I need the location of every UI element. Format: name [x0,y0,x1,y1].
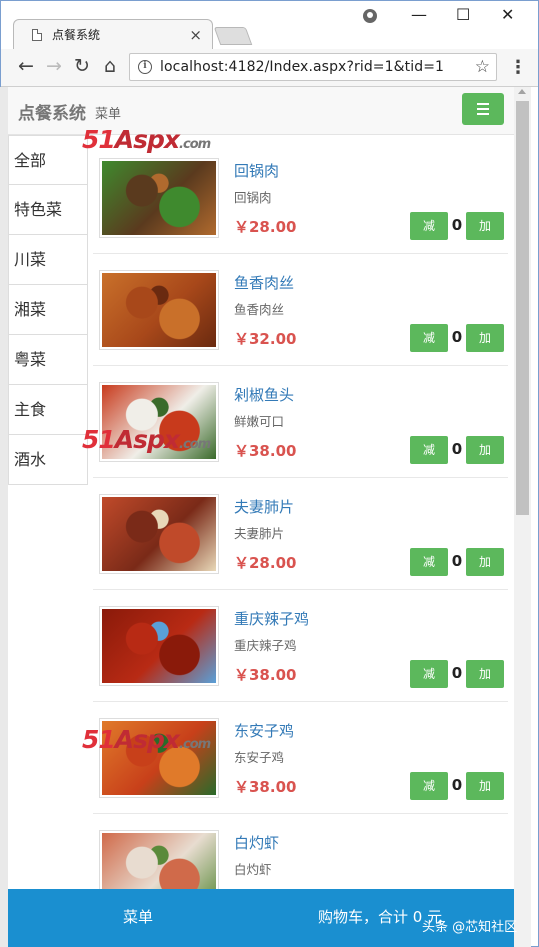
dish-row: 鱼香肉丝 鱼香肉丝 ￥32.00 减 0 加 [93,254,508,366]
food-image [102,497,216,571]
increase-button[interactable]: 加 [466,212,504,240]
quantity-value: 0 [451,216,463,234]
address-bar[interactable]: i localhost:4182/Index.aspx?rid=1&tid=1 … [129,53,497,81]
brand-title[interactable]: 点餐系统 [18,99,86,124]
quantity-value: 0 [451,664,463,682]
dish-photo[interactable] [99,494,219,574]
dish-price: ￥38.00 [234,442,297,460]
dish-description: 东安子鸡 [234,750,285,765]
category-sidebar: 全部 特色菜 川菜 湘菜 粤菜 主食 酒水 [8,135,88,485]
forward-icon[interactable]: → [41,55,67,77]
back-icon[interactable]: ← [13,55,39,77]
scroll-up-arrow-icon[interactable] [518,89,526,94]
dish-price: ￥38.00 [234,778,297,796]
page-subtitle: 菜单 [95,107,122,122]
category-item[interactable]: 酒水 [8,435,88,485]
increase-button[interactable]: 加 [466,660,504,688]
new-tab-button[interactable] [213,27,253,45]
menu-bar-icon [477,113,489,115]
decrease-button[interactable]: 减 [410,548,448,576]
dish-price: ￥32.00 [234,330,297,348]
dish-description: 白灼虾 [234,862,272,877]
dish-description: 重庆辣子鸡 [234,638,297,653]
maximize-button[interactable]: ☐ [456,5,470,24]
category-item[interactable]: 特色菜 [8,185,88,235]
dish-description: 夫妻肺片 [234,526,285,541]
quantity-value: 0 [451,328,463,346]
dish-name[interactable]: 重庆辣子鸡 [234,608,309,629]
home-icon[interactable]: ⌂ [97,55,123,77]
dish-description: 回锅肉 [234,190,272,205]
menu-bar-icon [477,103,489,105]
dish-photo[interactable] [99,270,219,350]
toolbar: ← → ↻ ⌂ i localhost:4182/Index.aspx?rid=… [1,49,538,87]
watermark: 51Aspx.com [82,725,211,754]
document-icon [32,28,42,41]
credit-overlay: 头条 @芯知社区 [422,920,518,935]
bookmark-star-icon[interactable]: ☆ [475,57,490,77]
watermark: 51Aspx.com [82,425,211,454]
category-item[interactable]: 全部 [8,135,88,185]
decrease-button[interactable]: 减 [410,660,448,688]
quantity-value: 0 [451,552,463,570]
decrease-button[interactable]: 减 [410,324,448,352]
dish-description: 鱼香肉丝 [234,302,285,317]
browser-menu-icon[interactable]: ⋮ [509,57,527,78]
decrease-button[interactable]: 减 [410,436,448,464]
dish-price: ￥38.00 [234,666,297,684]
browser-tab[interactable]: 点餐系统 × [13,19,213,49]
increase-button[interactable]: 加 [466,772,504,800]
scroll-thumb[interactable] [516,101,529,515]
left-gutter [0,87,8,947]
dish-row: 东安子鸡 东安子鸡 ￥38.00 减 0 加 [93,702,508,814]
dish-name[interactable]: 东安子鸡 [234,720,294,741]
footer-menu-link[interactable]: 菜单 [123,906,153,927]
dish-list: 回锅肉 回锅肉 ￥28.00 减 0 加 鱼香肉丝 鱼香肉丝 ￥32.00 减 … [93,142,508,926]
dish-row: 剁椒鱼头 鲜嫩可口 ￥38.00 减 0 加 [93,366,508,478]
page-viewport: 点餐系统 菜单 全部 特色菜 川菜 湘菜 粤菜 主食 酒水 回锅肉 回锅肉 ￥2… [8,87,514,947]
reload-icon[interactable]: ↻ [69,55,95,77]
category-item[interactable]: 湘菜 [8,285,88,335]
increase-button[interactable]: 加 [466,324,504,352]
increase-button[interactable]: 加 [466,436,504,464]
title-bar: 点餐系统 × — ☐ ✕ [1,1,538,49]
dish-row: 夫妻肺片 夫妻肺片 ￥28.00 减 0 加 [93,478,508,590]
hamburger-menu-button[interactable] [462,93,504,125]
dish-name[interactable]: 剁椒鱼头 [234,384,294,405]
menu-bar-icon [477,108,489,110]
minimize-button[interactable]: — [411,5,427,24]
vertical-scrollbar[interactable] [514,87,531,947]
dish-name[interactable]: 鱼香肉丝 [234,272,294,293]
dish-row: 重庆辣子鸡 重庆辣子鸡 ￥38.00 减 0 加 [93,590,508,702]
quantity-value: 0 [451,776,463,794]
dish-photo[interactable] [99,158,219,238]
category-item[interactable]: 川菜 [8,235,88,285]
category-item[interactable]: 粤菜 [8,335,88,385]
tab-close-icon[interactable]: × [189,26,202,44]
watermark: 51Aspx.com [82,125,211,154]
dish-description: 鲜嫩可口 [234,414,285,429]
info-icon[interactable]: i [138,60,152,74]
increase-button[interactable]: 加 [466,548,504,576]
decrease-button[interactable]: 减 [410,772,448,800]
dish-name[interactable]: 夫妻肺片 [234,496,294,517]
dish-name[interactable]: 回锅肉 [234,160,279,181]
url-text[interactable]: localhost:4182/Index.aspx?rid=1&tid=1 [160,59,475,75]
close-window-button[interactable]: ✕ [501,5,514,24]
quantity-value: 0 [451,440,463,458]
dish-price: ￥28.00 [234,554,297,572]
tab-title: 点餐系统 [52,28,101,42]
profile-icon[interactable] [363,9,377,23]
dish-price: ￥28.00 [234,218,297,236]
food-image [102,161,216,235]
dish-name[interactable]: 白灼虾 [234,832,279,853]
dish-photo[interactable] [99,606,219,686]
decrease-button[interactable]: 减 [410,212,448,240]
food-image [102,609,216,683]
dish-row: 回锅肉 回锅肉 ￥28.00 减 0 加 [93,142,508,254]
food-image [102,273,216,347]
category-item[interactable]: 主食 [8,385,88,435]
